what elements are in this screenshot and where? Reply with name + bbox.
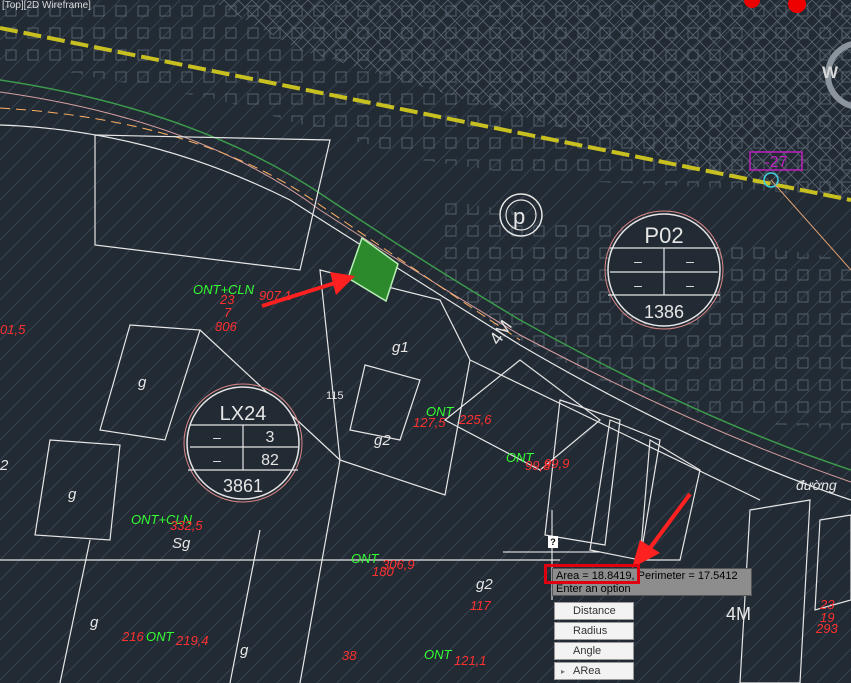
svg-text:–: –	[686, 253, 694, 269]
svg-text:–: –	[634, 253, 642, 269]
svg-text:219,4: 219,4	[175, 633, 209, 648]
lot-label: g	[90, 614, 99, 631]
compass-letter[interactable]: W	[822, 63, 839, 82]
svg-text:332,5: 332,5	[170, 518, 203, 533]
svg-text:–: –	[634, 277, 642, 293]
svg-text:23: 23	[819, 597, 835, 612]
svg-text:–: –	[213, 429, 221, 445]
zoning-label: ONT	[424, 647, 453, 662]
street-label: đường	[796, 477, 837, 493]
parking-symbol: p	[513, 204, 525, 229]
svg-text:7: 7	[224, 305, 232, 320]
triangle-right-icon: ▸	[561, 667, 566, 676]
lot-label: g1	[392, 339, 409, 356]
zoning-label: ONT	[146, 629, 175, 644]
menu-item-radius[interactable]: Radius	[554, 622, 634, 640]
magenta-tag: -27	[764, 154, 787, 171]
lot-label: 115	[326, 390, 344, 402]
option-menu: Distance Radius Angle ▸ ARea	[554, 602, 634, 682]
lot-label: g	[240, 642, 249, 659]
tooltip-prompt: Enter an option	[556, 583, 631, 595]
svg-text:127,5: 127,5	[413, 415, 446, 430]
lot-label: g	[138, 374, 147, 391]
cad-viewport[interactable]: p P02 – – – – 1386 LX24 – 3 – 82 3861 -2…	[0, 0, 851, 683]
cursor-help-icon: ?	[548, 536, 558, 548]
lot-label: Sg	[172, 535, 191, 552]
svg-text:216: 216	[121, 629, 144, 644]
lot-label: 2	[0, 457, 9, 474]
road-width-label-2: 4M	[726, 604, 751, 624]
block-p02-code: P02	[644, 223, 683, 248]
lot-label: g2	[476, 576, 493, 593]
menu-item-angle[interactable]: Angle	[554, 642, 634, 660]
svg-text:806: 806	[215, 319, 237, 334]
lot-label: g	[68, 486, 77, 503]
svg-text:3: 3	[266, 429, 275, 446]
block-lx24-code: LX24	[220, 403, 267, 425]
viewport-label[interactable]: [Top][2D Wireframe]	[2, 0, 91, 11]
menu-item-area[interactable]: ▸ ARea	[554, 662, 634, 680]
svg-text:306,9: 306,9	[382, 557, 415, 572]
svg-text:–: –	[213, 452, 221, 468]
area-highlight-box	[544, 564, 640, 584]
block-lx24-value: 3861	[223, 476, 263, 496]
lot-label: g2	[374, 432, 391, 449]
measure-tooltip: Area = 18.8419, Perimeter = 17.5412 Ente…	[544, 564, 752, 596]
svg-text:99,9: 99,9	[544, 456, 569, 471]
svg-text:01,5: 01,5	[0, 322, 26, 337]
block-p02-value: 1386	[644, 302, 684, 322]
svg-text:225,6: 225,6	[458, 412, 492, 427]
svg-text:38: 38	[342, 648, 357, 663]
menu-item-distance[interactable]: Distance	[554, 602, 634, 620]
svg-text:19: 19	[820, 610, 834, 625]
svg-text:117: 117	[470, 598, 491, 613]
svg-text:121,1: 121,1	[454, 653, 487, 668]
svg-text:82: 82	[261, 452, 279, 469]
svg-text:–: –	[686, 277, 694, 293]
